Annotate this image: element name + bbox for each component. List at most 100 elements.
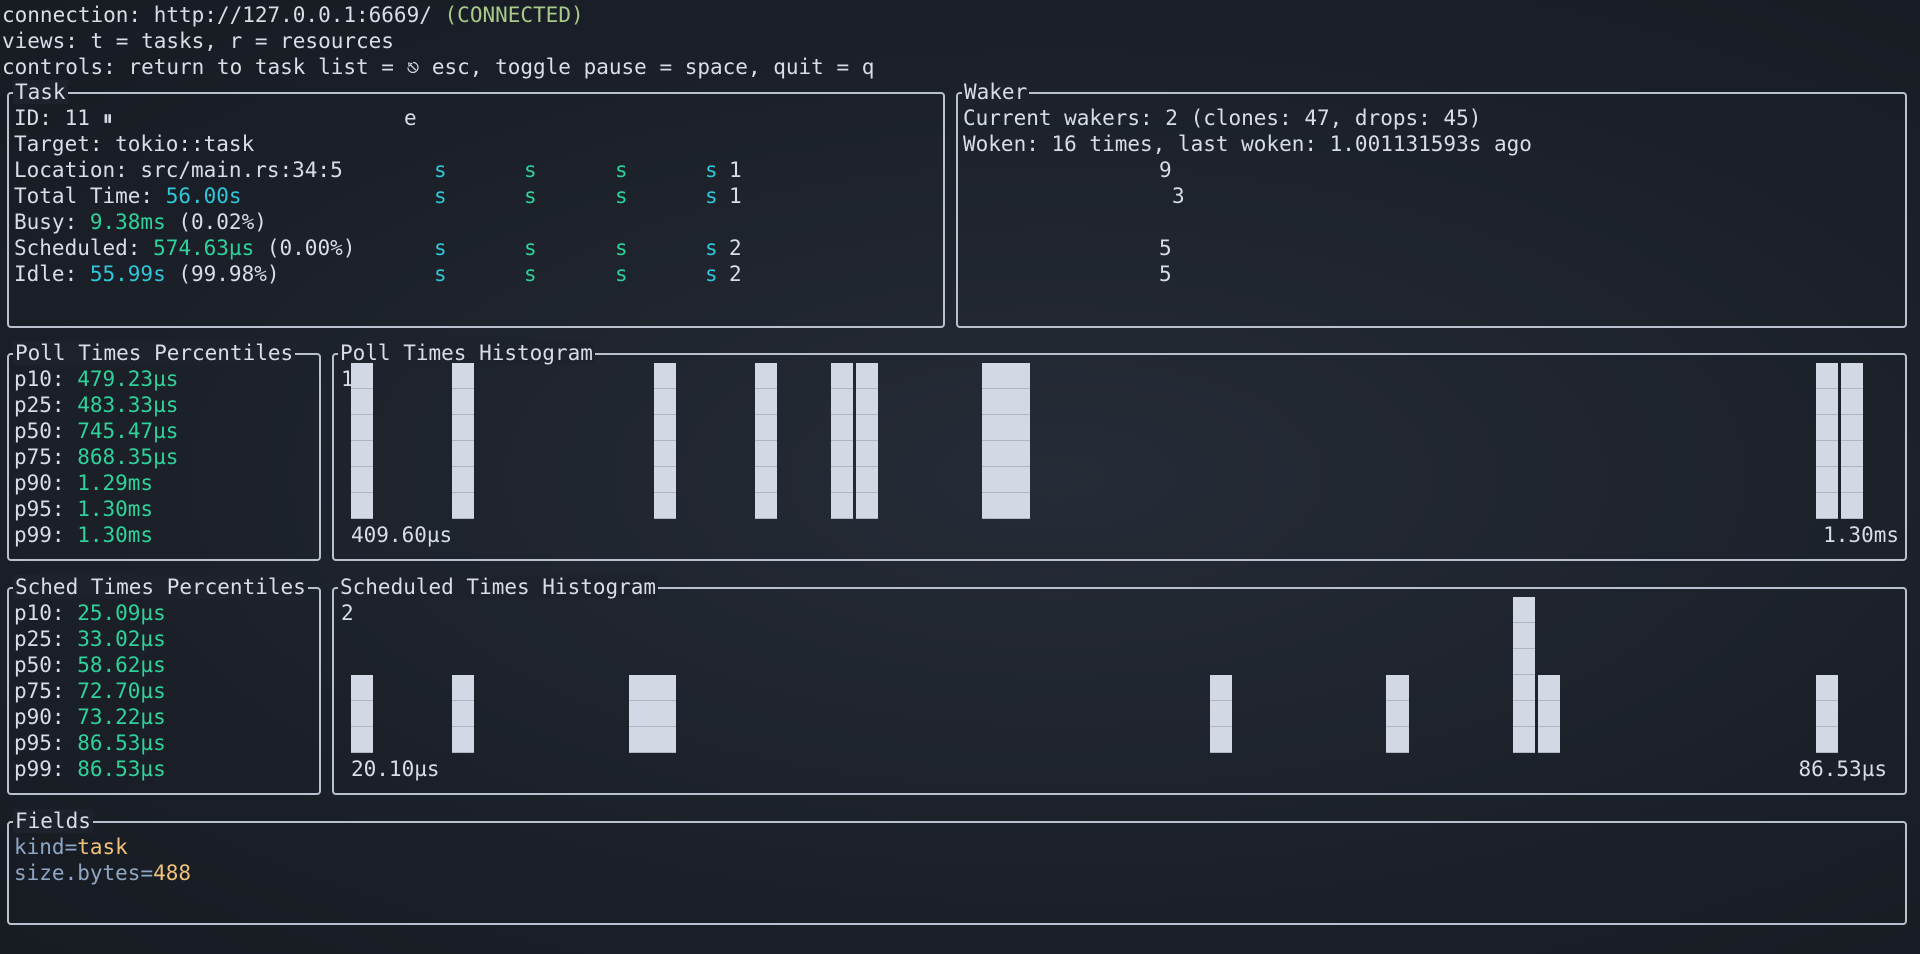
sparkline-glyph: s — [705, 184, 718, 208]
sched-histogram-panel: Scheduled Times Histogram 2 20.10µs 86.5… — [332, 575, 1907, 795]
task-id: ID: 11 ⏸ — [14, 106, 114, 130]
histogram-bar — [1840, 363, 1863, 519]
waker-panel: Waker Current wakers: 2 (clones: 47, dro… — [956, 80, 1907, 328]
waker-overlay-num: 9 — [1159, 158, 1172, 182]
connection-line: connection: http://127.0.0.1:6669/ (CONN… — [2, 2, 584, 28]
fields-panel: Fields kind=task size.bytes=488 — [7, 809, 1907, 925]
task-total-time: Total Time: 56.00s — [14, 184, 242, 208]
poll-percentile-label: p75: — [14, 445, 78, 469]
histogram-bar — [830, 363, 853, 519]
sparkline-glyph: s — [615, 184, 628, 208]
connection-label: connection: — [2, 3, 154, 27]
histogram-bar — [351, 675, 374, 753]
field-value: task — [77, 835, 128, 859]
connection-url[interactable]: http://127.0.0.1:6669/ — [154, 3, 432, 27]
histogram-bar — [982, 363, 1030, 519]
histogram-bar — [1815, 363, 1838, 519]
sparkline-glyph: s — [705, 262, 718, 286]
sparkline-glyph: s — [434, 262, 447, 286]
sched-histogram-title: Scheduled Times Histogram — [338, 575, 659, 599]
sched-percentile-row: p50: 58.62µs — [14, 652, 166, 678]
histogram-bar — [1815, 675, 1838, 753]
sparkline-count: 1 — [729, 158, 742, 182]
histogram-bar — [351, 363, 374, 519]
histogram-bar — [1386, 675, 1409, 753]
poll-percentile-label: p99: — [14, 523, 78, 547]
sched-percentile-value: 25.09µs — [77, 601, 166, 625]
sparkline-glyph: s — [615, 158, 628, 182]
sched-percentile-row: p95: 86.53µs — [14, 730, 166, 756]
poll-percentile-value: 1.30ms — [77, 497, 154, 521]
poll-histogram-min-x: 409.60µs — [351, 523, 453, 547]
controls-prefix: controls: return to task list = — [2, 55, 407, 79]
poll-percentile-label: p25: — [14, 393, 78, 417]
waker-overlay-num: 5 — [1159, 262, 1172, 286]
poll-histogram-max-x: 1.30ms — [1823, 523, 1899, 547]
poll-percentiles-title: Poll Times Percentiles — [13, 341, 296, 365]
overlay-char: e — [404, 106, 417, 130]
task-busy: Busy: 9.38ms (0.02%) — [14, 210, 267, 234]
sparkline-glyph: s — [524, 236, 537, 260]
histogram-bar — [856, 363, 879, 519]
poll-percentile-value: 479.23µs — [77, 367, 179, 391]
sched-percentile-row: p99: 86.53µs — [14, 756, 166, 782]
sched-percentile-label: p10: — [14, 601, 78, 625]
sparkline-count: 1 — [729, 184, 742, 208]
poll-percentile-value: 483.33µs — [77, 393, 179, 417]
return-icon: ⎋ — [406, 55, 420, 79]
sched-percentile-row: p75: 72.70µs — [14, 678, 166, 704]
poll-percentiles-panel: Poll Times Percentiles p10: 479.23µs p25:… — [7, 341, 321, 561]
views-line: views: t = tasks, r = resources — [2, 29, 394, 53]
sparkline-count: 2 — [729, 262, 742, 286]
sched-percentile-value: 73.22µs — [77, 705, 166, 729]
sched-percentile-row: p10: 25.09µs — [14, 600, 166, 626]
sched-percentile-value: 86.53µs — [77, 757, 166, 781]
sched-percentile-value: 33.02µs — [77, 627, 166, 651]
poll-percentile-value: 1.29ms — [77, 471, 154, 495]
poll-percentile-value: 868.35µs — [77, 445, 179, 469]
histogram-bar — [755, 363, 778, 519]
poll-percentile-label: p95: — [14, 497, 78, 521]
histogram-bar — [628, 675, 677, 753]
sparkline-glyph: s — [434, 184, 447, 208]
poll-percentile-row: p10: 479.23µs — [14, 366, 178, 392]
poll-percentile-value: 745.47µs — [77, 419, 179, 443]
sched-percentile-label: p90: — [14, 705, 78, 729]
sched-histogram-max-x: 86.53µs — [1798, 757, 1887, 781]
waker-current: Current wakers: 2 (clones: 47, drops: 45… — [963, 106, 1482, 130]
sparkline-glyph: s — [434, 158, 447, 182]
field-row: size.bytes=488 — [14, 861, 192, 885]
sparkline-glyph: s — [434, 236, 447, 260]
poll-percentile-row: p75: 868.35µs — [14, 444, 178, 470]
controls-line: controls: return to task list = ⎋ esc, t… — [2, 54, 874, 80]
sched-percentile-value: 72.70µs — [77, 679, 166, 703]
histogram-bar — [1537, 675, 1560, 753]
sched-percentile-row: p90: 73.22µs — [14, 704, 166, 730]
sparkline-glyph: s — [524, 262, 537, 286]
fields-title: Fields — [13, 809, 93, 833]
sched-percentile-row: p25: 33.02µs — [14, 626, 166, 652]
sched-percentile-label: p50: — [14, 653, 78, 677]
poll-percentile-row: p25: 483.33µs — [14, 392, 178, 418]
sched-percentiles-title: Sched Times Percentiles — [13, 575, 308, 599]
task-location[interactable]: Location: src/main.rs:34:5 — [14, 157, 343, 183]
histogram-bar — [1512, 597, 1535, 753]
field-value: 488 — [153, 861, 192, 885]
sched-histogram-min-x: 20.10µs — [351, 757, 440, 781]
controls-suffix: esc, toggle pause = space, quit = q — [419, 55, 875, 79]
poll-percentile-row: p90: 1.29ms — [14, 470, 153, 496]
task-idle: Idle: 55.99s (99.98%) — [14, 262, 280, 286]
waker-woken: Woken: 16 times, last woken: 1.001131593… — [963, 132, 1532, 156]
sparkline-glyph: s — [705, 236, 718, 260]
sched-percentile-value: 58.62µs — [77, 653, 166, 677]
poll-histogram-title: Poll Times Histogram — [338, 341, 595, 365]
sparkline-glyph: s — [524, 158, 537, 182]
waker-panel-title: Waker — [962, 80, 1030, 104]
waker-overlay-num: 3 — [1172, 184, 1185, 208]
poll-percentile-label: p50: — [14, 419, 78, 443]
task-scheduled: Scheduled: 574.63µs (0.00%) — [14, 236, 356, 260]
histogram-bar — [1209, 675, 1232, 753]
poll-percentile-row: p99: 1.30ms — [14, 522, 153, 548]
field-key: kind — [14, 835, 65, 859]
field-row: kind=task — [14, 835, 128, 859]
